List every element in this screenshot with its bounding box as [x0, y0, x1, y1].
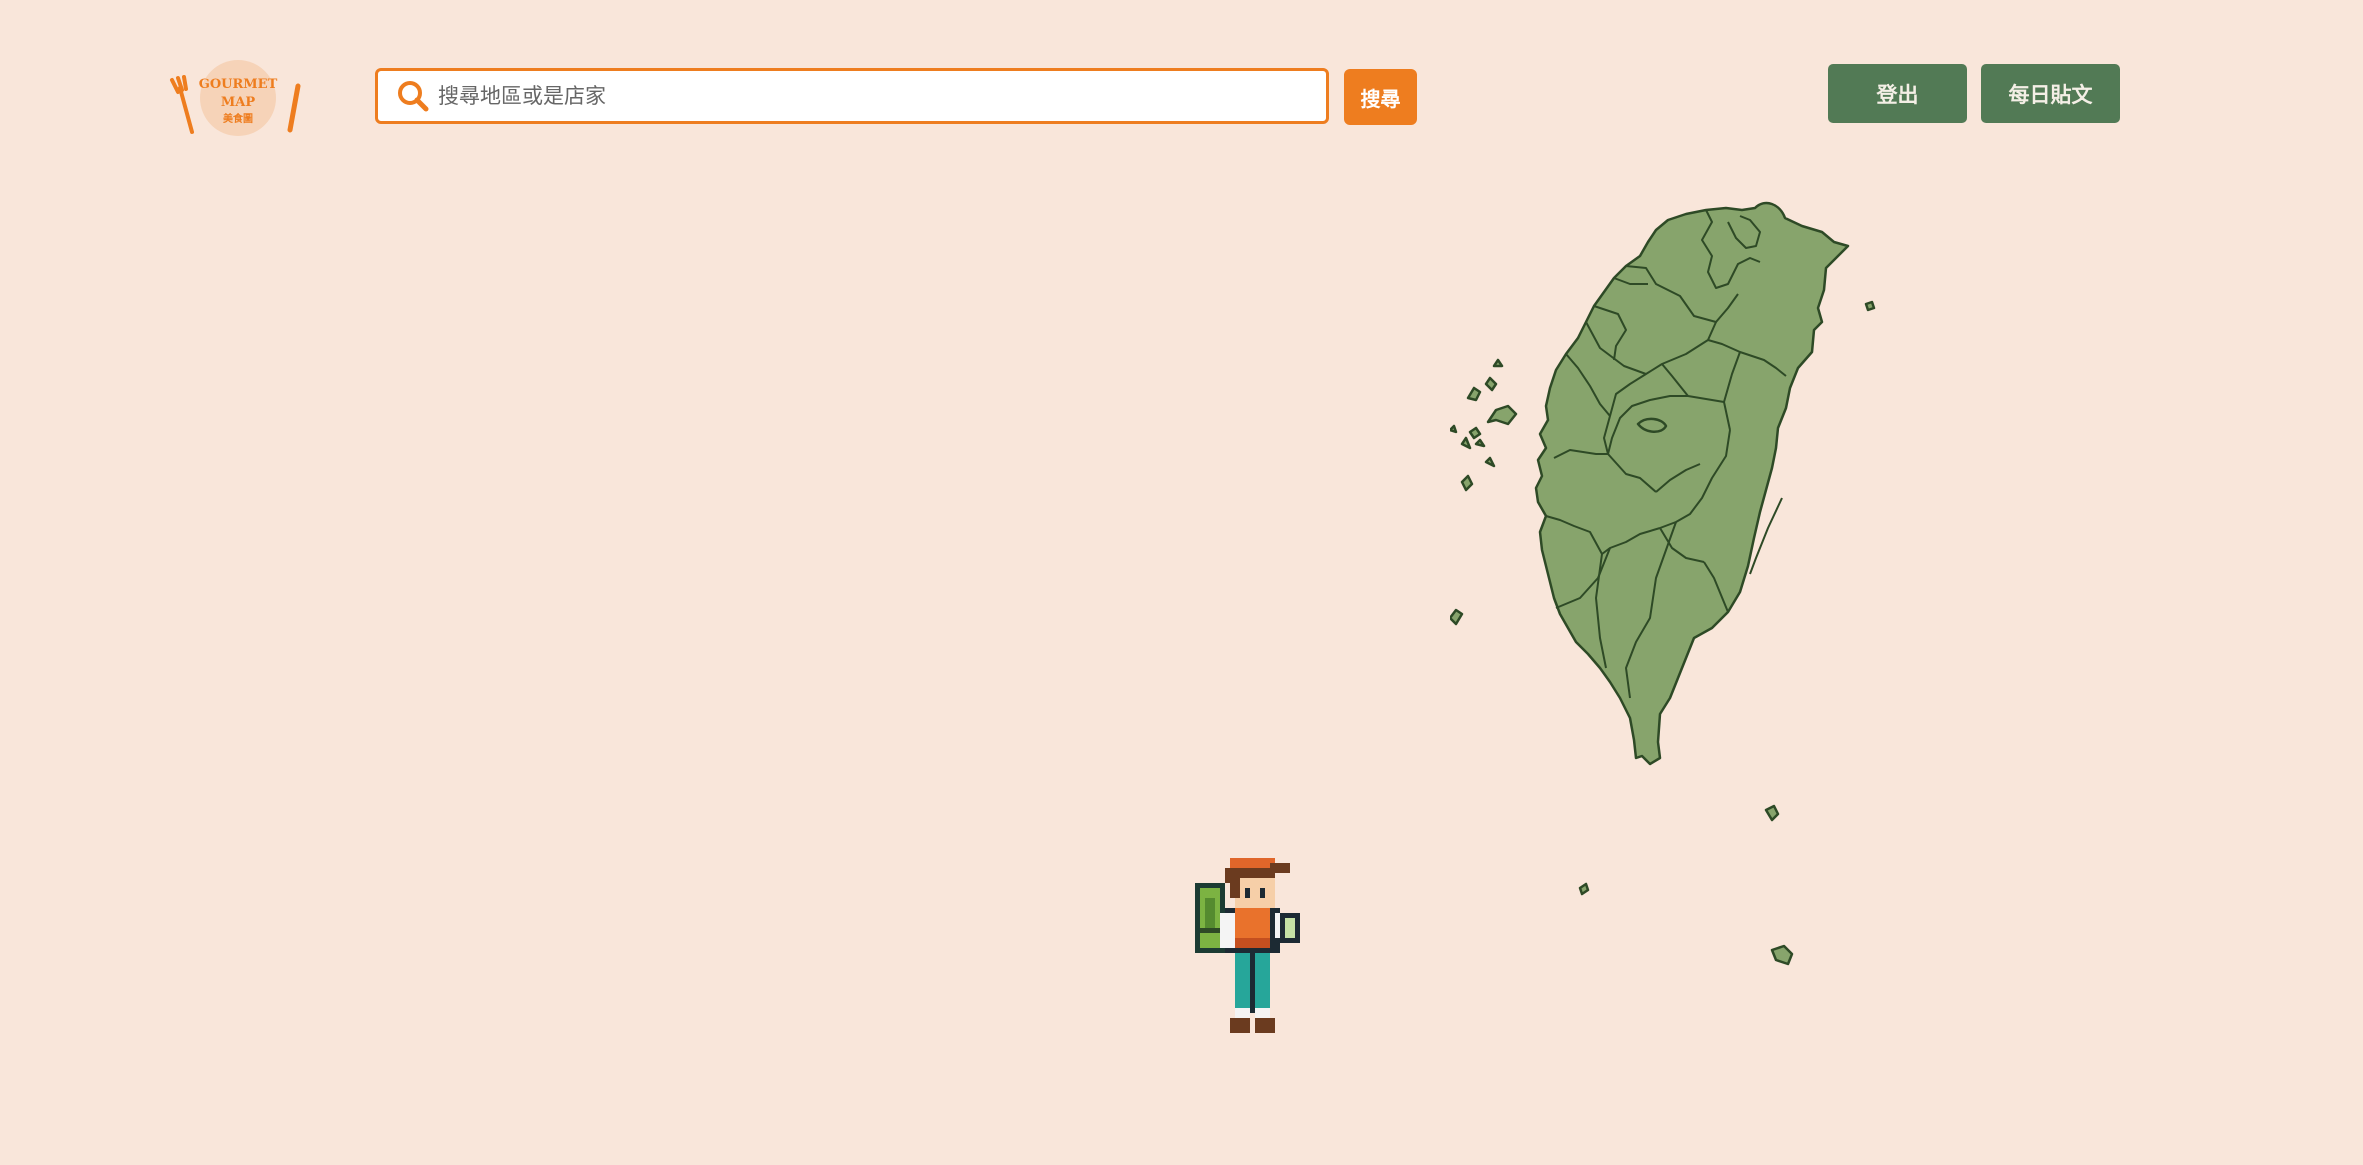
logo-text-line1: GOURMET — [199, 77, 278, 92]
search-icon — [398, 81, 429, 112]
character-body — [1220, 908, 1285, 953]
backpacker-character[interactable] — [1190, 858, 1315, 1048]
logout-button[interactable]: 登出 — [1828, 64, 1967, 123]
character-legs — [1230, 953, 1275, 1033]
daily-post-button[interactable]: 每日貼文 — [1981, 64, 2120, 123]
orchid-island[interactable] — [1770, 944, 1794, 966]
fork-icon — [170, 75, 194, 134]
drink-cup-icon — [1280, 913, 1300, 943]
gourmet-map-logo[interactable]: GOURMET MAP 美食圖 — [168, 58, 308, 142]
character-head — [1225, 858, 1290, 908]
taiwan-main-island[interactable] — [1534, 201, 1850, 766]
knife-icon — [287, 83, 301, 133]
green-island[interactable] — [1764, 804, 1780, 822]
penghu-islands[interactable] — [1450, 358, 1518, 492]
guishan-island[interactable] — [1864, 300, 1876, 312]
xiaoliuqiu-island[interactable] — [1578, 882, 1590, 896]
logo-text-line2: MAP — [221, 95, 255, 110]
search-input[interactable] — [438, 84, 1326, 108]
search-box[interactable] — [375, 68, 1329, 124]
west-coast-islet[interactable] — [1450, 608, 1464, 626]
search-button[interactable]: 搜尋 — [1344, 69, 1417, 125]
taiwan-map[interactable] — [1450, 198, 1900, 998]
logo-text-line3: 美食圖 — [223, 112, 253, 125]
